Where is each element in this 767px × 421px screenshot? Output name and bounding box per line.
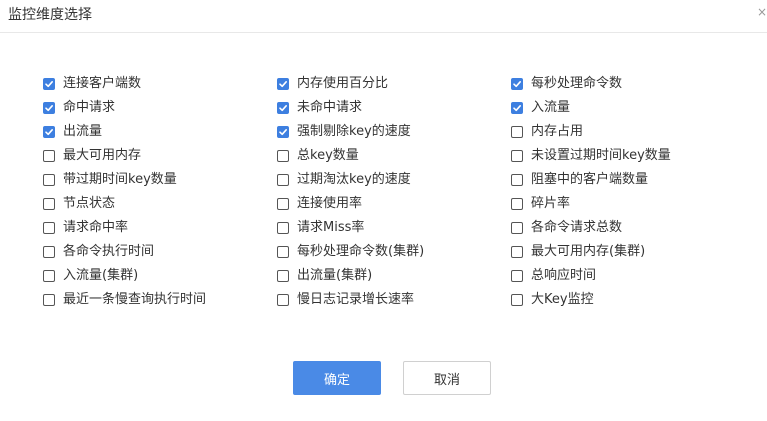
checkbox-checked-icon[interactable] [511, 102, 523, 114]
dimension-option-label: 连接客户端数 [63, 76, 142, 91]
checkbox-checked-icon[interactable] [43, 126, 55, 138]
checkbox-checked-icon[interactable] [43, 102, 55, 114]
dimension-option-label: 出流量(集群) [297, 268, 373, 283]
dimension-option[interactable]: 大Key监控 [511, 288, 743, 312]
checkbox-unchecked-icon[interactable] [511, 246, 523, 258]
dimension-option[interactable]: 连接使用率 [277, 192, 511, 216]
dimension-option-label: 连接使用率 [297, 196, 363, 211]
dimension-option-label: 总key数量 [297, 148, 359, 163]
dimension-option[interactable]: 慢日志记录增长速率 [277, 288, 511, 312]
dimension-option[interactable]: 阻塞中的客户端数量 [511, 168, 743, 192]
dimension-option[interactable]: 未设置过期时间key数量 [511, 144, 743, 168]
checkbox-unchecked-icon[interactable] [277, 246, 289, 258]
dimension-option[interactable]: 过期淘汰key的速度 [277, 168, 511, 192]
checkbox-unchecked-icon[interactable] [511, 294, 523, 306]
dimension-option-label: 大Key监控 [531, 292, 594, 307]
checkbox-unchecked-icon[interactable] [277, 198, 289, 210]
confirm-button[interactable]: 确定 [293, 361, 381, 395]
dimension-option-label: 内存使用百分比 [297, 76, 389, 91]
dimension-option-label: 每秒处理命令数(集群) [297, 244, 425, 259]
checkbox-unchecked-icon[interactable] [43, 222, 55, 234]
dimension-option[interactable]: 每秒处理命令数 [511, 72, 743, 96]
dimension-option[interactable]: 内存使用百分比 [277, 72, 511, 96]
dimension-option-label: 未命中请求 [297, 100, 363, 115]
checkbox-unchecked-icon[interactable] [277, 150, 289, 162]
dimension-option-label: 入流量 [531, 100, 571, 115]
close-icon[interactable]: × [757, 5, 767, 19]
header-divider [0, 32, 767, 33]
checkbox-unchecked-icon[interactable] [511, 198, 523, 210]
checkbox-unchecked-icon[interactable] [511, 222, 523, 234]
checkbox-checked-icon[interactable] [277, 102, 289, 114]
dimension-option-label: 每秒处理命令数 [531, 76, 623, 91]
dimension-option[interactable]: 各命令请求总数 [511, 216, 743, 240]
dimension-option-label: 过期淘汰key的速度 [297, 172, 411, 187]
dimension-option[interactable]: 入流量 [511, 96, 743, 120]
dimension-option-label: 最近一条慢查询执行时间 [63, 292, 207, 307]
dimension-option[interactable]: 最大可用内存(集群) [511, 240, 743, 264]
cancel-button[interactable]: 取消 [403, 361, 491, 395]
dimension-option[interactable]: 请求Miss率 [277, 216, 511, 240]
checkbox-unchecked-icon[interactable] [277, 270, 289, 282]
checkbox-checked-icon[interactable] [43, 78, 55, 90]
dimension-option-label: 未设置过期时间key数量 [531, 148, 671, 163]
checkbox-unchecked-icon[interactable] [277, 222, 289, 234]
checkbox-unchecked-icon[interactable] [43, 198, 55, 210]
dimension-option-label: 内存占用 [531, 124, 584, 139]
checkbox-unchecked-icon[interactable] [43, 174, 55, 186]
checkbox-unchecked-icon[interactable] [511, 150, 523, 162]
dimension-option[interactable]: 出流量 [43, 120, 277, 144]
dimension-option-label: 强制剔除key的速度 [297, 124, 411, 139]
checkbox-unchecked-icon[interactable] [277, 294, 289, 306]
dimension-option[interactable]: 未命中请求 [277, 96, 511, 120]
checkbox-checked-icon[interactable] [277, 78, 289, 90]
checkbox-unchecked-icon[interactable] [43, 246, 55, 258]
checkbox-checked-icon[interactable] [277, 126, 289, 138]
dimension-option-label: 节点状态 [63, 196, 116, 211]
dimension-option-label: 最大可用内存(集群) [531, 244, 646, 259]
monitor-dimension-dialog: 监控维度选择 × 连接客户端数 内存使用百分比 每秒处理命令数 命中请求 未命中请求 入流… [0, 0, 767, 421]
dimension-option-label: 命中请求 [63, 100, 116, 115]
dimension-option-label: 请求命中率 [63, 220, 129, 235]
dimension-option[interactable]: 入流量(集群) [43, 264, 277, 288]
dimension-option[interactable]: 节点状态 [43, 192, 277, 216]
dimension-option[interactable]: 各命令执行时间 [43, 240, 277, 264]
dimension-option-label: 入流量(集群) [63, 268, 139, 283]
dialog-title: 监控维度选择 [8, 7, 92, 23]
dimension-option-label: 出流量 [63, 124, 103, 139]
dimension-option-label: 带过期时间key数量 [63, 172, 177, 187]
dimension-option-label: 碎片率 [531, 196, 571, 211]
dimension-option-label: 各命令执行时间 [63, 244, 155, 259]
dimension-option-label: 各命令请求总数 [531, 220, 623, 235]
dimension-option[interactable]: 最近一条慢查询执行时间 [43, 288, 277, 312]
dimension-option[interactable]: 每秒处理命令数(集群) [277, 240, 511, 264]
checkbox-unchecked-icon[interactable] [511, 270, 523, 282]
dimension-option[interactable]: 碎片率 [511, 192, 743, 216]
dimension-option[interactable]: 最大可用内存 [43, 144, 277, 168]
checkbox-unchecked-icon[interactable] [43, 270, 55, 282]
dimension-option-label: 总响应时间 [531, 268, 597, 283]
checkbox-unchecked-icon[interactable] [511, 174, 523, 186]
checkbox-unchecked-icon[interactable] [277, 174, 289, 186]
dimension-option[interactable]: 内存占用 [511, 120, 743, 144]
checkbox-unchecked-icon[interactable] [43, 294, 55, 306]
dimension-option-label: 最大可用内存 [63, 148, 142, 163]
dimension-option[interactable]: 强制剔除key的速度 [277, 120, 511, 144]
checkbox-unchecked-icon[interactable] [43, 150, 55, 162]
checkbox-unchecked-icon[interactable] [511, 126, 523, 138]
dimension-option[interactable]: 请求命中率 [43, 216, 277, 240]
checkbox-checked-icon[interactable] [511, 78, 523, 90]
dimension-option[interactable]: 总key数量 [277, 144, 511, 168]
dimension-option-label: 慢日志记录增长速率 [297, 292, 415, 307]
dimension-option[interactable]: 总响应时间 [511, 264, 743, 288]
dimension-option[interactable]: 连接客户端数 [43, 72, 277, 96]
dimension-option-label: 请求Miss率 [297, 220, 365, 235]
dimension-option-label: 阻塞中的客户端数量 [531, 172, 649, 187]
dimension-option[interactable]: 命中请求 [43, 96, 277, 120]
dimension-options-grid: 连接客户端数 内存使用百分比 每秒处理命令数命中请求 未命中请求 入流量出流量 强制剔除k… [43, 72, 743, 312]
dimension-option[interactable]: 带过期时间key数量 [43, 168, 277, 192]
dimension-option[interactable]: 出流量(集群) [277, 264, 511, 288]
